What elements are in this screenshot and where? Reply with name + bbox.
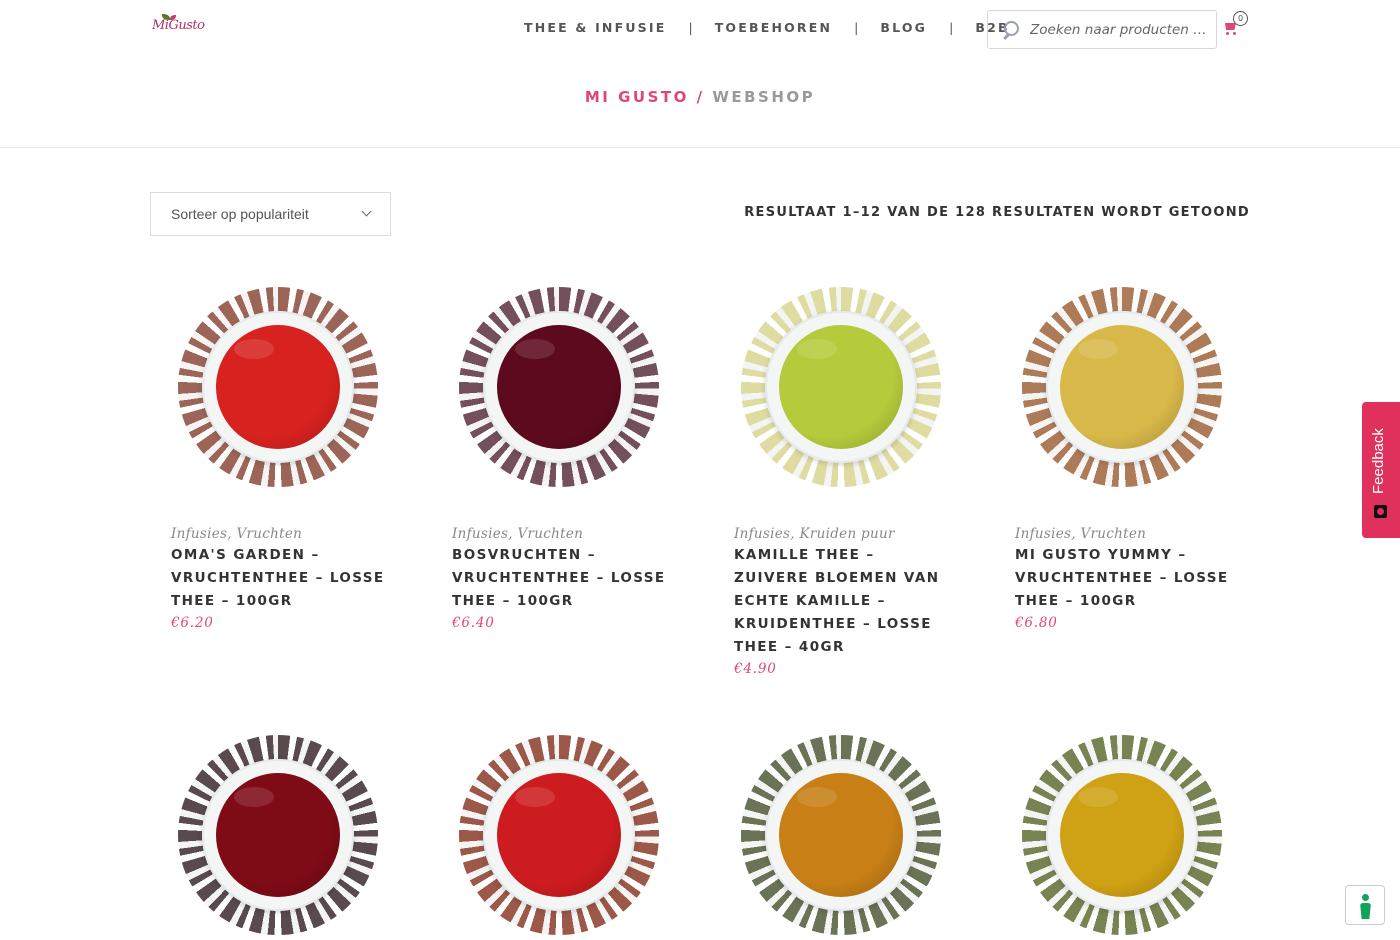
product-image[interactable] xyxy=(994,272,1249,502)
tea-liquid xyxy=(496,773,621,897)
search-icon[interactable] xyxy=(1000,19,1022,41)
main-nav: THEE & INFUSIE | TOEBEHOREN | BLOG | B2B xyxy=(524,20,1010,35)
product-card[interactable]: Infusies, Kruiden puur KAMILLE THEE – ZU… xyxy=(713,272,968,677)
product-title[interactable]: MI GUSTO YUMMY – VRUCHTENTHEE – LOSSE TH… xyxy=(1015,544,1230,613)
tea-liquid xyxy=(215,773,340,897)
product-price: €6.80 xyxy=(1015,615,1058,631)
product-categories[interactable]: Infusies, Vruchten xyxy=(1015,526,1249,542)
tea-liquid xyxy=(215,325,340,449)
product-card[interactable]: Infusies, Vruchten MI GUSTO YUMMY – VRUC… xyxy=(994,272,1249,631)
accessibility-icon-body xyxy=(1360,903,1371,919)
breadcrumb-separator: / xyxy=(696,88,705,106)
feedback-label: Feedback xyxy=(1370,428,1387,494)
product-search xyxy=(987,10,1217,49)
product-card[interactable]: Infusies, Vruchten OMA'S GARDEN – VRUCHT… xyxy=(150,272,405,631)
product-card[interactable] xyxy=(713,720,968,940)
tea-liquid xyxy=(1059,773,1184,897)
breadcrumb-home[interactable]: MI GUSTO xyxy=(585,88,689,106)
nav-separator: | xyxy=(688,20,693,35)
tea-liquid xyxy=(778,325,903,449)
product-price: €6.40 xyxy=(452,615,495,631)
header-divider xyxy=(0,147,1400,148)
product-card[interactable] xyxy=(150,720,405,940)
product-title[interactable]: BOSVRUCHTEN – VRUCHTENTHEE – LOSSE THEE … xyxy=(452,544,667,613)
breadcrumb-current: WEBSHOP xyxy=(712,88,816,106)
nav-item-blog[interactable]: BLOG xyxy=(880,20,927,35)
product-price: €4.90 xyxy=(734,661,777,677)
product-card[interactable] xyxy=(994,720,1249,940)
nav-separator: | xyxy=(949,20,954,35)
product-image[interactable] xyxy=(431,272,686,502)
cart-icon xyxy=(1223,23,1237,35)
chevron-down-icon xyxy=(361,206,372,217)
nav-item-toebehoren[interactable]: TOEBEHOREN xyxy=(715,20,832,35)
product-card[interactable]: Infusies, Vruchten BOSVRUCHTEN – VRUCHTE… xyxy=(431,272,686,631)
nav-separator: | xyxy=(854,20,859,35)
product-image[interactable] xyxy=(150,272,405,502)
cart-button[interactable]: 0 xyxy=(1223,11,1248,40)
product-categories[interactable]: Infusies, Vruchten xyxy=(452,526,686,542)
tea-liquid xyxy=(778,773,903,897)
product-image[interactable] xyxy=(713,272,968,502)
logo-text: MiGusto xyxy=(152,18,205,33)
feedback-tab[interactable]: Feedback xyxy=(1362,402,1400,538)
result-count: RESULTAAT 1–12 VAN DE 128 RESULTATEN WOR… xyxy=(744,205,1250,220)
product-categories[interactable]: Infusies, Kruiden puur xyxy=(734,526,968,542)
nav-item-thee-infusie[interactable]: THEE & INFUSIE xyxy=(524,20,666,35)
search-input[interactable] xyxy=(1030,21,1205,38)
sort-select-value: Sorteer op populariteit xyxy=(171,206,309,222)
site-logo[interactable]: MiGusto xyxy=(152,14,212,42)
product-card[interactable] xyxy=(431,720,686,940)
product-image[interactable] xyxy=(994,720,1249,940)
product-price: €6.20 xyxy=(171,615,214,631)
product-image[interactable] xyxy=(431,720,686,940)
product-title[interactable]: KAMILLE THEE – ZUIVERE BLOEMEN VAN ECHTE… xyxy=(734,544,949,659)
cart-count-badge: 0 xyxy=(1233,11,1248,26)
accessibility-icon xyxy=(1362,894,1369,901)
feedback-icon xyxy=(1374,505,1387,518)
site-header: MiGusto THEE & INFUSIE | TOEBEHOREN | BL… xyxy=(0,0,1400,58)
product-categories[interactable]: Infusies, Vruchten xyxy=(171,526,405,542)
product-image[interactable] xyxy=(713,720,968,940)
tea-liquid xyxy=(496,325,621,449)
product-image[interactable] xyxy=(150,720,405,940)
product-title[interactable]: OMA'S GARDEN – VRUCHTENTHEE – LOSSE THEE… xyxy=(171,544,386,613)
breadcrumb: MI GUSTO / WEBSHOP xyxy=(0,88,1400,106)
sort-select[interactable]: Sorteer op populariteit xyxy=(150,192,391,236)
tea-liquid xyxy=(1059,325,1184,449)
accessibility-button[interactable] xyxy=(1345,885,1385,925)
